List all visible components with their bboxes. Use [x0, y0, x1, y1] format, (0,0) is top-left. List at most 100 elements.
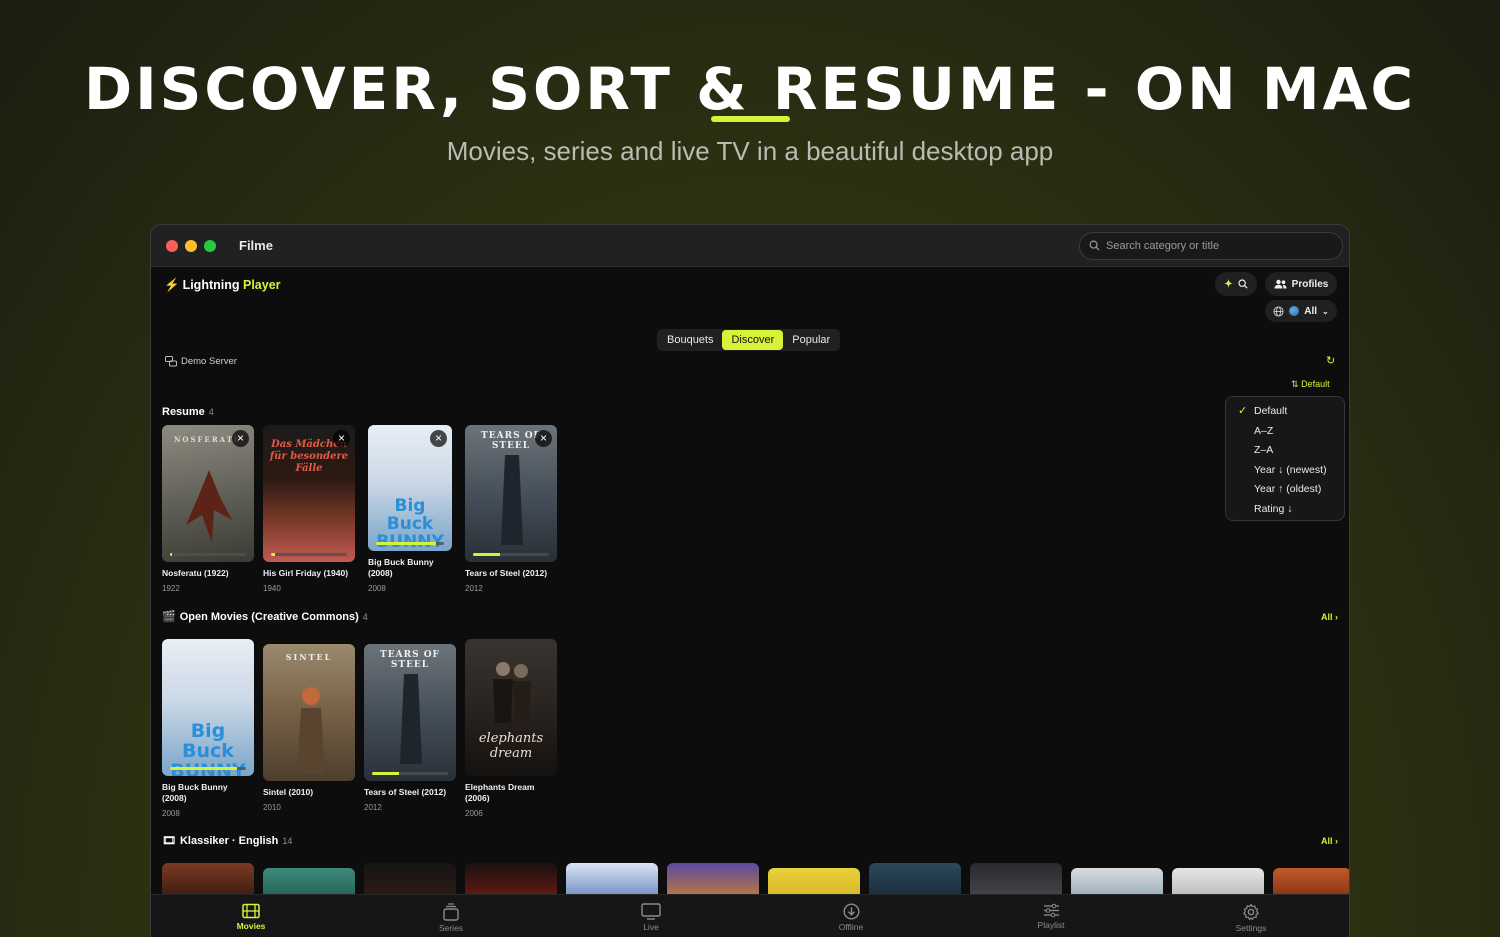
watch-progress-bar: [170, 553, 246, 556]
poster-tower: [501, 455, 523, 545]
gear-icon: [1243, 903, 1259, 921]
remove-from-resume-button[interactable]: ×: [535, 430, 552, 447]
lightning-icon: ⚡: [164, 278, 180, 292]
classics-section-header: 🎞 Klassiker · English 14: [162, 834, 293, 848]
close-window-button[interactable]: [166, 240, 178, 252]
watch-progress-fill: [372, 772, 399, 775]
movie-poster: TEARS OF STEEL ×: [465, 425, 557, 562]
nav-live[interactable]: Live: [551, 895, 751, 937]
app-window: Filme ⚡Lightning Player ✦ Profiles All ⌄…: [150, 224, 1350, 937]
watch-progress-bar: [473, 553, 549, 556]
profiles-button[interactable]: Profiles: [1265, 272, 1337, 296]
sort-option-default[interactable]: ✓ Default: [1226, 402, 1344, 422]
movie-title: Sintel (2010): [263, 787, 314, 797]
sort-option-year-oldest[interactable]: Year ↑ (oldest): [1226, 480, 1344, 500]
search-icon: [1238, 279, 1248, 289]
chevron-down-icon: ⌄: [1322, 306, 1329, 316]
refresh-icon[interactable]: ↻: [1326, 354, 1335, 367]
classics-all-link[interactable]: All ›: [1321, 836, 1338, 846]
language-label: All: [1304, 305, 1318, 317]
globe-icon: [1273, 305, 1284, 317]
nav-offline[interactable]: Offline: [751, 895, 951, 937]
minimize-window-button[interactable]: [185, 240, 197, 252]
sort-current-label: Default: [1301, 379, 1330, 389]
sort-option-z-a[interactable]: Z–A: [1226, 441, 1344, 461]
watch-progress-fill: [271, 553, 275, 556]
movie-poster: SINTEL: [263, 644, 355, 781]
clapperboard-icon: 🎬: [162, 611, 176, 623]
open-movies-section-header: 🎬 Open Movies (Creative Commons) 4: [162, 610, 368, 624]
watch-progress-fill: [376, 542, 436, 545]
sort-option-a-z[interactable]: A–Z: [1226, 422, 1344, 442]
movie-card-nosferatu[interactable]: NOSFERATU × Nosferatu (1922) 1922: [162, 425, 254, 593]
zoom-window-button[interactable]: [204, 240, 216, 252]
sliders-icon: [1043, 903, 1059, 918]
hero-accent-underline: [711, 116, 790, 122]
watch-progress-bar: [170, 767, 246, 770]
sparkle-icon: ✦: [1224, 278, 1233, 290]
poster-figures: [493, 662, 531, 723]
movie-poster: NOSFERATU ×: [162, 425, 254, 562]
movie-title: Nosferatu (1922): [162, 568, 229, 578]
watch-progress-bar: [372, 772, 448, 775]
movie-year: 2010: [263, 803, 281, 812]
movie-poster: Das Mädchen für besondere Fälle ×: [263, 425, 355, 562]
search-field[interactable]: [1079, 232, 1343, 260]
nav-playlist[interactable]: Playlist: [951, 895, 1151, 937]
movie-poster: Big Buck BUNNY: [162, 639, 254, 776]
earth-icon: [1289, 306, 1300, 316]
view-tabs: Bouquets Discover Popular: [657, 329, 841, 351]
movie-year: 2008: [368, 584, 386, 593]
title-bar: Filme: [151, 225, 1349, 267]
movie-card-tears-of-steel[interactable]: TEARS OF STEEL Tears of Steel (2012) 201…: [364, 644, 456, 812]
movie-card-his-girl-friday[interactable]: Das Mädchen für besondere Fälle × His Gi…: [263, 425, 355, 593]
watch-progress-bar: [271, 553, 347, 556]
ai-search-button[interactable]: ✦: [1215, 272, 1257, 296]
movie-card-big-buck-bunny[interactable]: Big Buck BUNNY Big Buck Bunny (2008) 200…: [162, 639, 254, 818]
nav-series[interactable]: Series: [351, 895, 551, 937]
sort-option-year-newest[interactable]: Year ↓ (newest): [1226, 461, 1344, 481]
movie-year: 2006: [465, 809, 483, 818]
movie-year: 2012: [465, 584, 483, 593]
tv-icon: [641, 903, 661, 920]
tab-bouquets[interactable]: Bouquets: [658, 330, 722, 350]
sort-icon: ⇅: [1291, 379, 1299, 389]
movie-title: Elephants Dream (2006): [465, 782, 535, 803]
movie-card-big-buck-bunny[interactable]: Big Buck BUNNY × Big Buck Bunny (2008) 2…: [368, 425, 452, 593]
nav-movies[interactable]: Movies: [151, 895, 351, 937]
movie-title: Big Buck Bunny (2008): [162, 782, 228, 803]
remove-from-resume-button[interactable]: ×: [430, 430, 447, 447]
hero-subtitle: Movies, series and live TV in a beautifu…: [446, 136, 1054, 166]
poster-figure: [186, 470, 232, 543]
language-filter-button[interactable]: All ⌄: [1265, 300, 1337, 322]
movie-poster: TEARS OF STEEL: [364, 644, 456, 781]
poster-tower: [400, 674, 422, 764]
bottom-navigation: Movies Series Live Offline Playlist Sett…: [151, 894, 1349, 937]
movie-year: 1940: [263, 584, 281, 593]
film-icon: [242, 903, 260, 919]
sort-option-rating[interactable]: Rating ↓: [1226, 500, 1344, 520]
hero-title: DISCOVER, SORT & RESUME - ON MAC: [83, 55, 1417, 123]
resume-section-title: Resume: [162, 406, 205, 418]
movie-card-sintel[interactable]: SINTEL Sintel (2010) 2010: [263, 644, 355, 812]
movie-card-elephants-dream[interactable]: elephants dream Elephants Dream (2006) 2…: [465, 639, 557, 818]
nav-settings[interactable]: Settings: [1151, 895, 1349, 937]
remove-from-resume-button[interactable]: ×: [232, 430, 249, 447]
movie-title: His Girl Friday (1940): [263, 568, 349, 578]
resume-section-header: Resume 4: [162, 406, 214, 418]
film-reel-icon: 🎞: [162, 835, 176, 847]
remove-from-resume-button[interactable]: ×: [333, 430, 350, 447]
server-icon: [165, 356, 177, 367]
movie-year: 2008: [162, 809, 180, 818]
sort-button[interactable]: ⇅ Default: [1291, 379, 1330, 390]
classics-section-count: 14: [282, 835, 293, 846]
tab-popular[interactable]: Popular: [783, 330, 839, 350]
people-icon: [1274, 279, 1287, 289]
server-selector[interactable]: Demo Server: [165, 356, 237, 367]
movie-year: 1922: [162, 584, 180, 593]
profiles-label: Profiles: [1291, 278, 1329, 290]
movie-card-tears-of-steel[interactable]: TEARS OF STEEL × Tears of Steel (2012) 2…: [465, 425, 557, 593]
open-movies-all-link[interactable]: All ›: [1321, 612, 1338, 622]
search-input[interactable]: [1106, 237, 1336, 255]
tab-discover[interactable]: Discover: [722, 330, 784, 350]
